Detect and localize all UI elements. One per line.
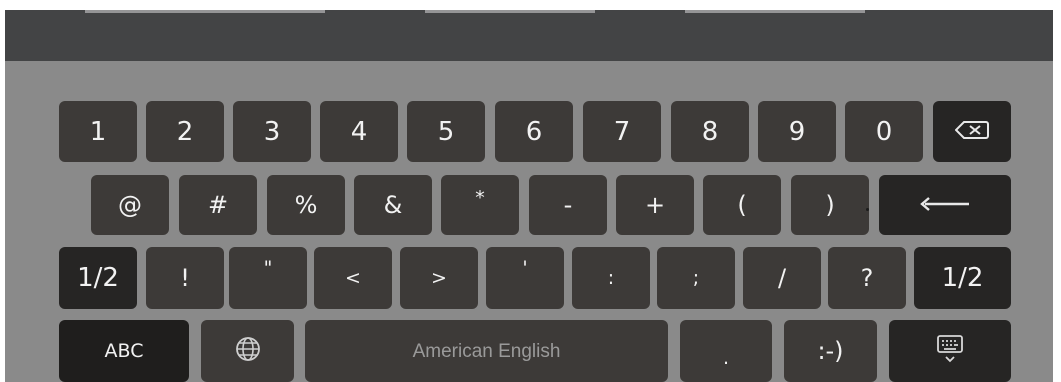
key-label: ' — [522, 257, 528, 279]
abc-key[interactable]: ABC — [59, 320, 189, 382]
key-label: 1/2 — [941, 263, 984, 293]
key-label: 0 — [875, 116, 893, 147]
space-key[interactable]: American English — [305, 320, 668, 382]
key-asterisk[interactable]: * — [441, 175, 519, 235]
key-label: . — [722, 347, 730, 369]
key-smiley[interactable]: :-) — [784, 320, 877, 382]
shift-key-right[interactable]: 1/2 — [914, 247, 1011, 309]
key-label: American English — [412, 340, 561, 362]
key-exclamation[interactable]: ! — [146, 247, 224, 309]
key-label: ABC — [104, 339, 144, 362]
key-label: " — [263, 257, 273, 279]
key-plus[interactable]: + — [616, 175, 694, 235]
key-label: 7 — [613, 116, 631, 147]
key-label: ) — [825, 191, 835, 219]
key-label: 1/2 — [77, 263, 119, 293]
enter-key[interactable] — [879, 175, 1011, 235]
top-bar-glint — [85, 10, 325, 13]
key-label: > — [431, 266, 447, 289]
key-period[interactable]: . — [680, 320, 772, 382]
key-label: % — [294, 191, 318, 219]
key-label: : — [607, 266, 615, 289]
top-bar-glint — [425, 10, 595, 13]
key-question[interactable]: ? — [828, 247, 906, 309]
key-label: ( — [737, 191, 747, 219]
key-0[interactable]: 0 — [845, 101, 923, 162]
key-semicolon[interactable]: ; — [657, 247, 735, 309]
key-label: & — [383, 191, 403, 219]
key-colon[interactable]: : — [572, 247, 650, 309]
keyboard-window: 1 2 3 4 5 6 7 8 9 0 @ # % & * - + ( ) 1/… — [5, 10, 1053, 382]
key-close-paren[interactable]: ) — [791, 175, 869, 235]
key-less-than[interactable]: < — [314, 247, 392, 309]
key-label: ? — [860, 264, 874, 292]
key-hash[interactable]: # — [179, 175, 257, 235]
key-label: 8 — [701, 116, 719, 147]
key-slash[interactable]: / — [743, 247, 821, 309]
key-7[interactable]: 7 — [583, 101, 661, 162]
key-label: # — [207, 191, 229, 219]
decorative-dot — [866, 208, 869, 211]
key-2[interactable]: 2 — [146, 101, 224, 162]
enter-icon — [919, 196, 971, 215]
language-key[interactable] — [201, 320, 294, 382]
key-8[interactable]: 8 — [671, 101, 749, 162]
key-label: ! — [180, 264, 190, 292]
key-3[interactable]: 3 — [233, 101, 311, 162]
globe-icon — [235, 336, 261, 366]
key-label: < — [345, 266, 361, 289]
key-label: 1 — [89, 116, 107, 147]
key-greater-than[interactable]: > — [400, 247, 478, 309]
key-label: :-) — [817, 337, 844, 365]
key-at[interactable]: @ — [91, 175, 169, 235]
key-label: * — [475, 187, 485, 209]
keyboard-hide-icon — [937, 334, 963, 368]
key-label: 5 — [437, 116, 455, 147]
top-bar — [5, 10, 1053, 61]
hide-keyboard-key[interactable] — [889, 320, 1011, 382]
key-label: @ — [118, 191, 142, 219]
key-percent[interactable]: % — [267, 175, 345, 235]
key-label: 4 — [350, 116, 368, 147]
key-label: ; — [692, 266, 700, 289]
key-6[interactable]: 6 — [495, 101, 573, 162]
top-bar-glint — [685, 10, 865, 13]
key-ampersand[interactable]: & — [354, 175, 432, 235]
backspace-icon — [954, 120, 989, 144]
key-9[interactable]: 9 — [758, 101, 836, 162]
key-4[interactable]: 4 — [320, 101, 398, 162]
key-label: / — [777, 264, 787, 292]
key-label: 9 — [788, 116, 806, 147]
backspace-key[interactable] — [933, 101, 1011, 162]
key-1[interactable]: 1 — [59, 101, 137, 162]
key-5[interactable]: 5 — [407, 101, 485, 162]
key-label: 2 — [176, 116, 194, 147]
key-label: 6 — [525, 116, 543, 147]
shift-key-left[interactable]: 1/2 — [59, 247, 137, 309]
key-apostrophe[interactable]: ' — [486, 247, 564, 309]
key-minus[interactable]: - — [529, 175, 607, 235]
key-double-quote[interactable]: " — [229, 247, 307, 309]
key-label: + — [644, 191, 666, 219]
key-label: 3 — [263, 116, 281, 147]
key-open-paren[interactable]: ( — [703, 175, 781, 235]
key-label: - — [563, 191, 573, 219]
